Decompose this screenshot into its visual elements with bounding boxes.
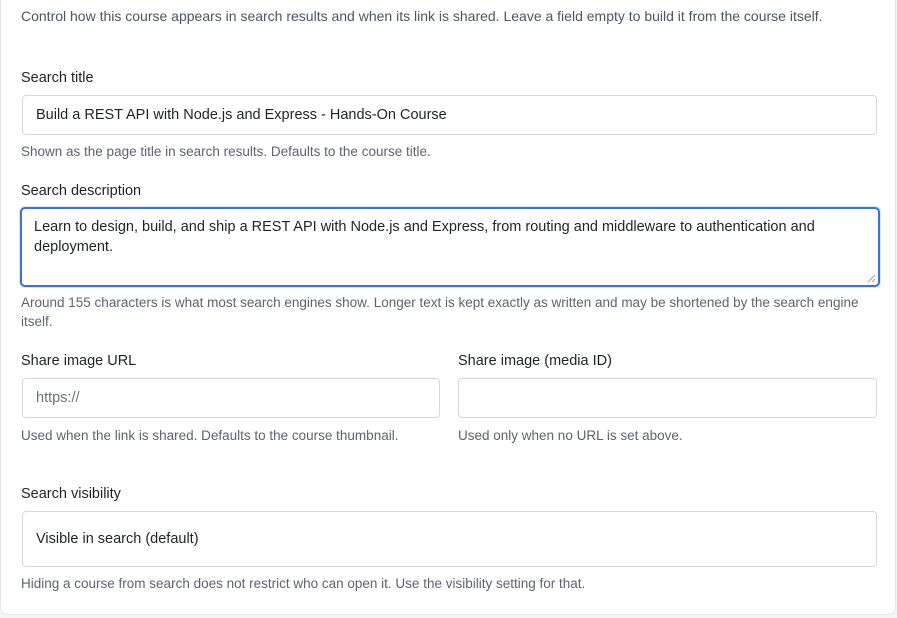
share-image-url-input[interactable]: https:// xyxy=(22,378,440,418)
search-title-help: Shown as the page title in search result… xyxy=(21,144,431,159)
seo-settings-card: Control how this course appears in searc… xyxy=(0,0,896,615)
search-visibility-help: Hiding a course from search does not res… xyxy=(21,576,586,591)
search-visibility-label: Search visibility xyxy=(21,486,121,502)
share-image-media-input[interactable] xyxy=(458,378,877,418)
search-description-value: Learn to design, build, and ship a REST … xyxy=(34,219,815,255)
search-description-help: Around 155 characters is what most searc… xyxy=(21,295,859,329)
search-visibility-select[interactable]: Visible in search (default) xyxy=(22,511,877,567)
resize-grip-icon[interactable] xyxy=(867,274,876,283)
share-image-media-help: Used only when no URL is set above. xyxy=(458,428,683,443)
intro-text: Control how this course appears in searc… xyxy=(21,8,823,24)
search-description-label: Search description xyxy=(21,183,142,199)
search-description-textarea[interactable]: Learn to design, build, and ship a REST … xyxy=(20,207,880,287)
share-image-media-label: Share image (media ID) xyxy=(458,353,612,369)
search-title-input[interactable]: Build a REST API with Node.js and Expres… xyxy=(22,95,877,135)
share-image-url-help: Used when the link is shared. Defaults t… xyxy=(21,428,399,443)
share-image-url-label: Share image URL xyxy=(21,353,137,369)
search-title-label: Search title xyxy=(21,70,94,86)
